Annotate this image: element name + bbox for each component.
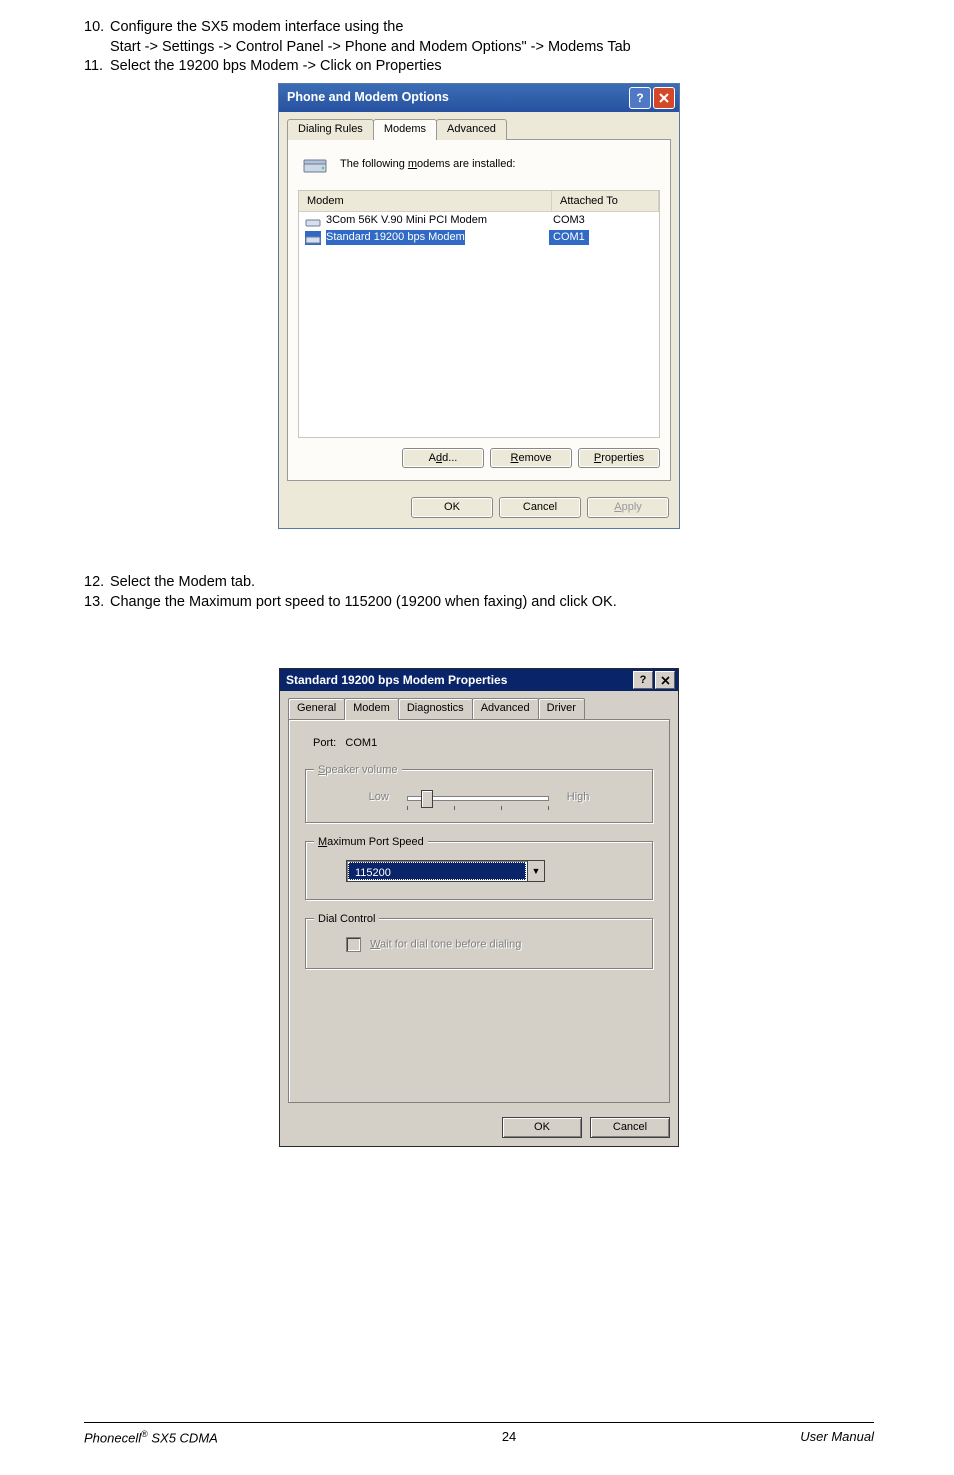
titlebar: Standard 19200 bps Modem Properties ? <box>280 669 678 691</box>
dial-control-group: Dial Control Wait for dial tone before d… <box>305 918 653 969</box>
attached-port: COM1 <box>549 230 589 245</box>
step-number: 12. <box>84 573 110 593</box>
help-button[interactable]: ? <box>633 671 653 689</box>
max-port-speed-group: Maximum Port Speed 115200 ▼ <box>305 841 653 900</box>
remove-button[interactable]: Remove <box>490 448 572 469</box>
group-label: Speaker volume <box>314 763 402 778</box>
port-value: COM1 <box>345 737 377 749</box>
group-label: Dial Control <box>314 912 379 927</box>
close-button[interactable] <box>653 87 675 109</box>
tab-modem[interactable]: Modem <box>344 698 399 720</box>
column-header-attached-to[interactable]: Attached To <box>552 191 659 212</box>
properties-button[interactable]: Properties <box>578 448 660 469</box>
dropdown-arrow-icon[interactable]: ▼ <box>527 861 544 881</box>
tab-driver[interactable]: Driver <box>538 698 585 720</box>
instruction-text: Configure the SX5 modem interface using … <box>110 18 631 38</box>
low-label: Low <box>369 790 389 805</box>
group-label: Maximum Port Speed <box>314 835 428 850</box>
window-title: Standard 19200 bps Modem Properties <box>286 672 507 688</box>
page-footer: Phonecell® SX5 CDMA 24 User Manual <box>84 1422 874 1445</box>
instruction-text: Start -> Settings -> Control Panel -> Ph… <box>110 38 631 58</box>
step-number: 10. <box>84 18 110 57</box>
modem-icon <box>305 231 321 245</box>
step-number: 11. <box>84 57 110 77</box>
cancel-button[interactable]: Cancel <box>499 497 581 518</box>
step-number: 13. <box>84 593 110 613</box>
intro-text: The following modems are installed: <box>340 157 516 172</box>
cancel-button[interactable]: Cancel <box>590 1117 670 1138</box>
close-button[interactable] <box>655 671 675 689</box>
tab-dialing-rules[interactable]: Dialing Rules <box>287 119 374 140</box>
tab-diagnostics[interactable]: Diagnostics <box>398 698 473 720</box>
instruction-text: Change the Maximum port speed to 115200 … <box>110 593 617 613</box>
modem-icon <box>305 214 321 228</box>
speaker-volume-group: Speaker volume Low High <box>305 769 653 823</box>
modem-icon <box>302 154 330 176</box>
tab-advanced[interactable]: Advanced <box>436 119 507 140</box>
port-label: Port: COM1 <box>305 736 653 751</box>
attached-port: COM3 <box>549 213 589 228</box>
instruction-text: Select the Modem tab. <box>110 573 255 593</box>
list-item[interactable]: Standard 19200 bps Modem COM1 <box>299 229 659 246</box>
list-item[interactable]: 3Com 56K V.90 Mini PCI Modem COM3 <box>299 212 659 229</box>
help-button[interactable]: ? <box>629 87 651 109</box>
tab-advanced[interactable]: Advanced <box>472 698 539 720</box>
modem-list[interactable]: Modem Attached To 3Com 56K V.90 Mini PCI… <box>298 190 660 438</box>
volume-slider <box>403 788 553 806</box>
list-header: Modem Attached To <box>299 191 659 213</box>
high-label: High <box>567 790 590 805</box>
wait-dial-tone-checkbox <box>346 937 361 952</box>
tab-general[interactable]: General <box>288 698 345 720</box>
apply-button[interactable]: Apply <box>587 497 669 518</box>
checkbox-label: Wait for dial tone before dialing <box>370 938 521 950</box>
tab-modems[interactable]: Modems <box>373 119 437 140</box>
page-number: 24 <box>502 1429 516 1445</box>
instruction-text: Select the 19200 bps Modem -> Click on P… <box>110 57 442 77</box>
port-speed-value: 115200 <box>348 862 526 880</box>
window-title: Phone and Modem Options <box>287 89 449 106</box>
phone-and-modem-options-dialog: Phone and Modem Options ? Dialing Rules … <box>278 83 680 530</box>
footer-right: User Manual <box>800 1429 874 1445</box>
modem-name: 3Com 56K V.90 Mini PCI Modem <box>326 213 487 228</box>
titlebar: Phone and Modem Options ? <box>279 84 679 112</box>
modem-name: Standard 19200 bps Modem <box>326 230 465 245</box>
ok-button[interactable]: OK <box>502 1117 582 1138</box>
column-header-modem[interactable]: Modem <box>299 191 552 212</box>
add-button[interactable]: Add... <box>402 448 484 469</box>
port-speed-dropdown[interactable]: 115200 ▼ <box>346 860 545 882</box>
footer-left: Phonecell® SX5 CDMA <box>84 1429 218 1445</box>
modem-properties-dialog: Standard 19200 bps Modem Properties ? Ge… <box>279 668 679 1147</box>
ok-button[interactable]: OK <box>411 497 493 518</box>
